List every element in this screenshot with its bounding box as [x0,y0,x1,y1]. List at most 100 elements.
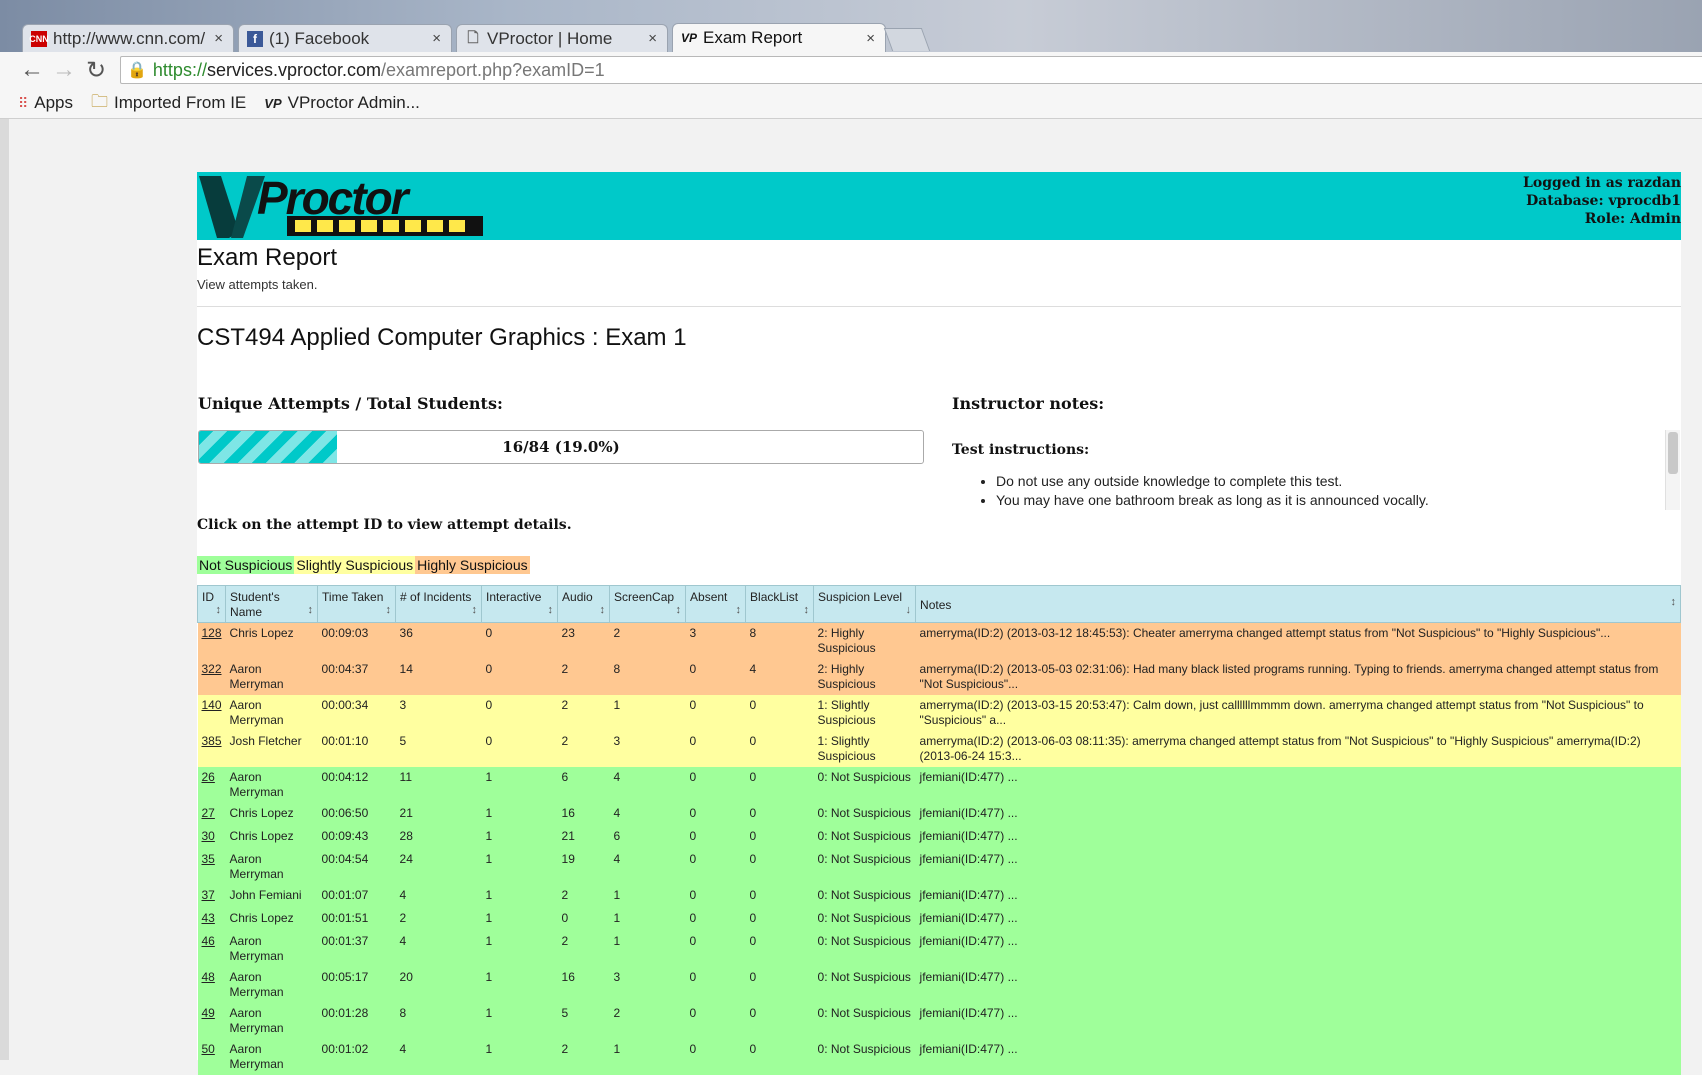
header-label: ScreenCap [614,590,674,604]
cell-id: 128 [198,623,226,660]
attempt-id-link[interactable]: 50 [202,1042,215,1056]
cell-notes: amerryma(ID:2) (2013-06-03 08:11:35): am… [916,731,1681,767]
column-header-suspicion-level[interactable]: Suspicion Level↓ [814,586,916,623]
apps-grid-icon: ⠿ [18,95,28,112]
cell-level: 0: Not Suspicious [814,931,916,967]
column-header-id[interactable]: ID↕ [198,586,226,623]
sort-icon[interactable]: ↕ [386,603,392,618]
attempt-id-link[interactable]: 35 [202,852,215,866]
reload-icon[interactable]: ↻ [86,56,106,85]
attempt-id-link[interactable]: 27 [202,806,215,820]
attempt-id-link[interactable]: 385 [202,734,222,748]
cell-screencap: 4 [610,849,686,885]
sort-icon[interactable]: ↕ [216,603,222,618]
cell-incidents: 5 [396,731,482,767]
attempt-id-link[interactable]: 37 [202,888,215,902]
vproctor-logo[interactable]: Proctor [199,174,489,238]
attempt-id-link[interactable]: 46 [202,934,215,948]
browser-tab-facebook[interactable]: f (1) Facebook × [238,24,452,52]
back-arrow-icon[interactable]: ← [20,56,44,84]
attempt-id-link[interactable]: 30 [202,829,215,843]
browser-tab-exam-report[interactable]: VP Exam Report × [672,23,886,52]
tab-title: http://www.cnn.com/ [53,29,208,49]
column-header-screencap[interactable]: ScreenCap↕ [610,586,686,623]
cell-incidents: 28 [396,826,482,849]
bookmark-vproctor-admin[interactable]: VP VProctor Admin... [264,93,420,113]
close-tab-icon[interactable]: × [866,30,875,47]
cell-blacklist: 0 [746,767,814,803]
column-header-notes[interactable]: Notes↕ [916,586,1681,623]
login-database: Database: vprocdb1 [1523,192,1681,210]
sort-icon[interactable]: ↕ [548,603,554,618]
browser-tab-vproctor-home[interactable]: 🗋 VProctor | Home × [456,24,668,52]
cell-name: Aaron Merryman [226,849,318,885]
cell-incidents: 14 [396,659,482,695]
notes-scrollbar[interactable] [1665,430,1680,510]
column-header-interactive[interactable]: Interactive↕ [482,586,558,623]
column-header-name[interactable]: Student's Name↕ [226,586,318,623]
cell-name: Aaron Merryman [226,767,318,803]
cell-time: 00:01:10 [318,731,396,767]
attempt-id-link[interactable]: 322 [202,662,222,676]
table-header-row: ID↕ Student's Name↕ Time Taken↕ # of Inc… [198,586,1681,623]
attempt-id-link[interactable]: 43 [202,911,215,925]
sort-icon[interactable]: ↕ [1671,595,1677,610]
cell-incidents: 4 [396,1039,482,1075]
cell-blacklist: 0 [746,731,814,767]
column-header-time[interactable]: Time Taken↕ [318,586,396,623]
table-row: 43Chris Lopez00:01:512101000: Not Suspic… [198,908,1681,931]
instructor-notes-label: Instructor notes: [952,394,1675,413]
bookmark-imported-from-ie[interactable]: 🗀 Imported From IE [91,89,246,118]
cell-interactive: 1 [482,826,558,849]
progress-text: 16/84 (19.0%) [199,431,923,463]
header-label: Audio [562,590,593,604]
sort-icon[interactable]: ↕ [472,603,478,618]
cell-interactive: 1 [482,885,558,908]
table-row: 128Chris Lopez00:09:03360232382: Highly … [198,623,1681,660]
sort-icon[interactable]: ↕ [676,603,682,618]
attempt-id-link[interactable]: 48 [202,970,215,984]
cell-screencap: 1 [610,1039,686,1075]
close-tab-icon[interactable]: × [648,30,657,47]
cell-audio: 19 [558,849,610,885]
attempt-id-link[interactable]: 49 [202,1006,215,1020]
instructions-list: Do not use any outside knowledge to comp… [952,472,1429,510]
new-tab-button[interactable] [884,28,930,51]
scrollbar-thumb[interactable] [1668,432,1678,474]
sort-icon[interactable]: ↕ [736,603,742,618]
cell-interactive: 1 [482,767,558,803]
cell-screencap: 4 [610,767,686,803]
table-row: 140Aaron Merryman00:00:343021001: Slight… [198,695,1681,731]
address-bar[interactable]: 🔒 https://services.vproctor.com/examrepo… [120,56,1702,84]
cell-notes: jfemiani(ID:477) ... [916,849,1681,885]
forward-arrow-icon[interactable]: → [52,56,76,84]
cell-audio: 23 [558,623,610,660]
cell-audio: 5 [558,1003,610,1039]
column-header-audio[interactable]: Audio ↕ [558,586,610,623]
bookmark-label: Imported From IE [114,93,246,113]
close-tab-icon[interactable]: × [432,30,441,47]
sort-icon[interactable]: ↕ [600,603,606,618]
column-header-blacklist[interactable]: BlackList↕ [746,586,814,623]
bookmark-apps[interactable]: ⠿ Apps [18,93,73,113]
tab-title: Exam Report [703,28,860,48]
sort-icon[interactable]: ↕ [308,603,314,618]
cell-audio: 0 [558,908,610,931]
cell-blacklist: 0 [746,1003,814,1039]
column-header-incidents[interactable]: # of Incidents↕ [396,586,482,623]
sort-icon[interactable]: ↕ [804,603,810,618]
sort-desc-icon[interactable]: ↓ [906,603,912,618]
column-header-absent[interactable]: Absent↕ [686,586,746,623]
cell-notes: amerryma(ID:2) (2013-03-15 20:53:47): Ca… [916,695,1681,731]
browser-tab-cnn[interactable]: CNN http://www.cnn.com/ × [22,24,234,52]
close-tab-icon[interactable]: × [214,30,223,47]
attempt-id-link[interactable]: 140 [202,698,222,712]
cell-time: 00:00:34 [318,695,396,731]
site-banner: Proctor Logged in as razdan Database: vp… [197,172,1681,240]
cell-audio: 2 [558,885,610,908]
attempt-id-link[interactable]: 128 [202,626,222,640]
cell-name: Aaron Merryman [226,931,318,967]
cell-absent: 0 [686,849,746,885]
attempt-id-link[interactable]: 26 [202,770,215,784]
lock-icon: 🔒 [127,60,147,80]
